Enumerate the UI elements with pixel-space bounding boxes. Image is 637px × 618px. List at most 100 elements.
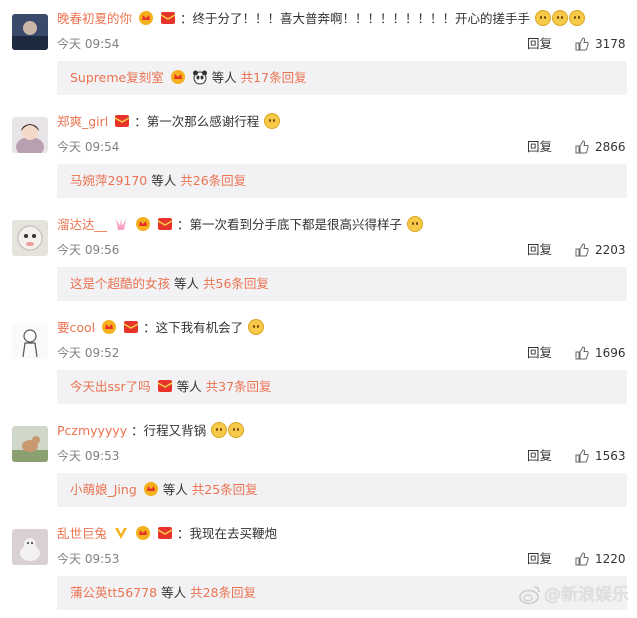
like-button[interactable]: 1220	[575, 550, 626, 568]
reply-button[interactable]: 回复	[527, 550, 552, 568]
crown-badge-icon[interactable]	[135, 216, 151, 238]
watermark: @新浪娱乐	[519, 584, 629, 606]
timestamp: 今天 09:54	[57, 37, 120, 51]
crown-badge-icon[interactable]	[138, 10, 154, 32]
like-count: 1220	[595, 552, 626, 566]
reply-user[interactable]: 小萌娘_Jing	[70, 482, 137, 497]
reply-user[interactable]: 这是个超酷的女孩	[70, 276, 170, 291]
watermark-text: @新浪娱乐	[544, 585, 629, 605]
separator: ：	[176, 526, 190, 541]
reply-count-link[interactable]: 共56条回复	[203, 276, 269, 291]
like-button[interactable]: 2203	[575, 241, 626, 259]
panda-emoji-icon	[192, 64, 208, 98]
red-envelope-icon[interactable]	[157, 525, 173, 547]
sweat-emoji-icon	[228, 422, 245, 438]
reply-summary: 小萌娘_Jing 等人 共25条回复	[57, 473, 627, 507]
comment-item: 郑爽_girl ：第一次那么感谢行程 今天 09:54 回复 2866 马婉萍2…	[0, 103, 637, 206]
cat-emoji-icon	[406, 216, 423, 232]
like-button[interactable]: 1563	[575, 447, 626, 465]
rabbit-badge-icon[interactable]	[113, 216, 129, 238]
reply-etc: 等人	[211, 70, 237, 85]
reply-button[interactable]: 回复	[527, 344, 552, 362]
reply-count-link[interactable]: 共37条回复	[206, 379, 272, 394]
thumbs-up-icon	[575, 552, 589, 566]
avatar[interactable]	[12, 323, 48, 359]
username[interactable]: 郑爽_girl	[57, 114, 108, 129]
smile-emoji-icon	[534, 10, 551, 26]
comment-header: 郑爽_girl ：第一次那么感谢行程	[57, 112, 627, 132]
like-button[interactable]: 3178	[575, 35, 626, 53]
username[interactable]: 溜达达__	[57, 217, 107, 232]
reply-etc: 等人	[176, 379, 202, 394]
separator: ：	[176, 217, 190, 232]
comment-header: 乱世巨兔 ：我现在去买鞭炮	[57, 524, 627, 544]
like-count: 1696	[595, 346, 626, 360]
reply-summary: 马婉萍29170 等人 共26条回复	[57, 164, 627, 198]
reply-user[interactable]: 马婉萍29170	[70, 173, 147, 188]
reply-etc: 等人	[151, 173, 177, 188]
reply-summary: 这是个超酷的女孩 等人 共56条回复	[57, 267, 627, 301]
reply-count-link[interactable]: 共25条回复	[192, 482, 258, 497]
timestamp: 今天 09:53	[57, 552, 120, 566]
username[interactable]: Pczmyyyyy	[57, 423, 127, 438]
cat-emoji-icon	[248, 319, 265, 335]
avatar[interactable]	[12, 220, 48, 256]
crown-badge-icon	[170, 64, 186, 98]
reply-user[interactable]: 蒲公英tt56778	[70, 585, 157, 600]
reply-user[interactable]: Supreme复刻室	[70, 70, 164, 85]
username[interactable]: 要cool	[57, 320, 95, 335]
laugh-emoji-icon	[264, 113, 281, 129]
smile-emoji-icon	[568, 10, 585, 26]
reply-button[interactable]: 回复	[527, 35, 552, 53]
comment-text: 我现在去买鞭炮	[189, 526, 277, 541]
username[interactable]: 晚春初夏的你	[57, 11, 132, 26]
reply-button[interactable]: 回复	[527, 241, 552, 259]
comment-text: 终于分了！！！喜大普奔啊！！！！！！！！！开心的搓手手	[192, 11, 530, 26]
reply-count-link[interactable]: 共28条回复	[190, 585, 256, 600]
smile-emoji-icon	[551, 10, 568, 26]
comment-item: 溜达达__ ：第一次看到分手底下都是很高兴得样子 今天 09:56 回复 220…	[0, 206, 637, 309]
avatar[interactable]	[12, 14, 48, 50]
reply-button[interactable]: 回复	[527, 447, 552, 465]
vip-badge-icon[interactable]	[113, 525, 129, 547]
comment-header: Pczmyyyyy ：行程又背锅	[57, 421, 627, 441]
sweat-emoji-icon	[211, 422, 228, 438]
weibo-logo-icon	[519, 586, 540, 605]
comment-item: Pczmyyyyy ：行程又背锅 今天 09:53 回复 1563 小萌娘_Ji…	[0, 412, 637, 515]
red-envelope-icon[interactable]	[123, 319, 139, 341]
reply-count-link[interactable]: 共26条回复	[180, 173, 246, 188]
separator: ：	[179, 11, 193, 26]
timestamp: 今天 09:52	[57, 346, 120, 360]
crown-badge-icon[interactable]	[135, 525, 151, 547]
red-envelope-icon[interactable]	[160, 10, 176, 32]
red-envelope-icon	[157, 373, 173, 407]
thumbs-up-icon	[575, 346, 589, 360]
comment-item: 要cool ：这下我有机会了 今天 09:52 回复 1696 今天出ssr了吗…	[0, 309, 637, 412]
reply-count-link[interactable]: 共17条回复	[241, 70, 307, 85]
comment-text: 行程又背锅	[143, 423, 207, 438]
avatar[interactable]	[12, 529, 48, 565]
reply-summary: 今天出ssr了吗 等人 共37条回复	[57, 370, 627, 404]
separator: ：	[134, 114, 147, 129]
reply-user[interactable]: 今天出ssr了吗	[70, 379, 151, 394]
timestamp: 今天 09:56	[57, 243, 120, 257]
like-button[interactable]: 1696	[575, 344, 626, 362]
comment-text: 第一次看到分手底下都是很高兴得样子	[189, 217, 402, 232]
like-count: 2866	[595, 140, 626, 154]
comment-header: 溜达达__ ：第一次看到分手底下都是很高兴得样子	[57, 215, 627, 235]
thumbs-up-icon	[575, 449, 589, 463]
username[interactable]: 乱世巨兔	[57, 526, 107, 541]
reply-button[interactable]: 回复	[527, 138, 552, 156]
crown-badge-icon[interactable]	[101, 319, 117, 341]
like-count: 2203	[595, 243, 626, 257]
avatar[interactable]	[12, 426, 48, 462]
red-envelope-icon[interactable]	[157, 216, 173, 238]
red-envelope-icon[interactable]	[114, 113, 130, 135]
comment-text: 第一次那么感谢行程	[146, 114, 260, 129]
timestamp: 今天 09:53	[57, 449, 120, 463]
crown-badge-icon	[143, 476, 159, 510]
like-button[interactable]: 2866	[575, 138, 626, 156]
avatar[interactable]	[12, 117, 48, 153]
reply-summary: Supreme复刻室 等人 共17条回复	[57, 61, 627, 95]
comment-text: 这下我有机会了	[155, 320, 244, 335]
